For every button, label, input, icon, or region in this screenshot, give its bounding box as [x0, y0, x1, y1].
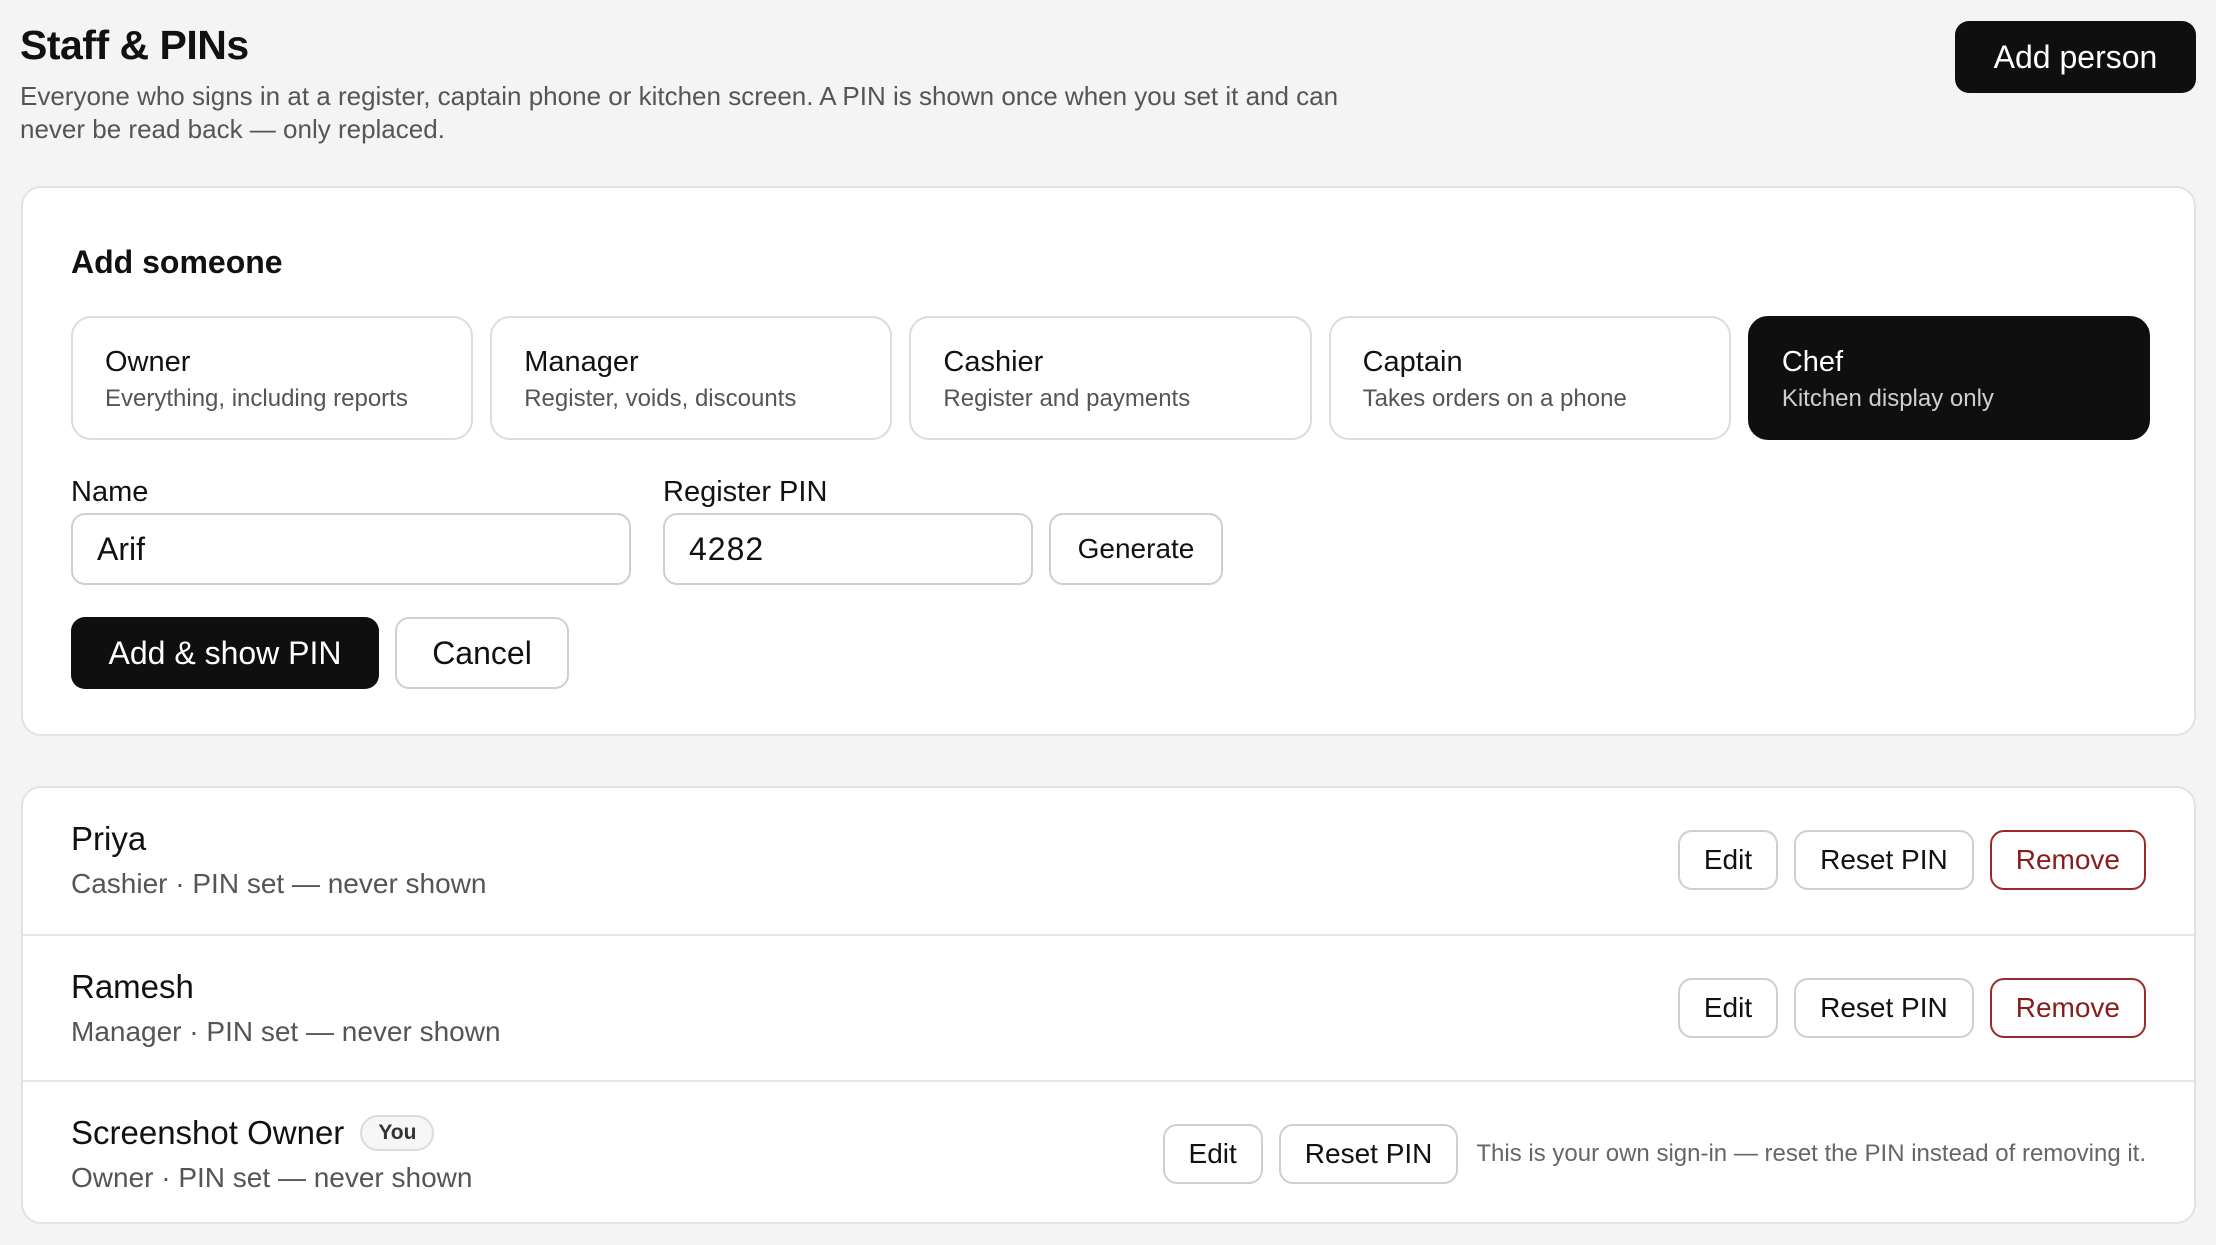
add-and-show-pin-button[interactable]: Add & show PIN	[71, 617, 379, 689]
add-someone-title: Add someone	[71, 244, 283, 280]
reset-pin-button[interactable]: Reset PIN	[1278, 1124, 1459, 1184]
role-option-chef[interactable]: Chef Kitchen display only	[1747, 316, 2151, 440]
add-someone-card: Add someone Owner Everything, including …	[21, 186, 2196, 736]
edit-button[interactable]: Edit	[1677, 978, 1779, 1038]
role-description: Kitchen display only	[1781, 385, 1994, 412]
role-name: Manager	[524, 346, 639, 378]
add-person-button[interactable]: Add person	[1955, 21, 2196, 93]
edit-button[interactable]: Edit	[1677, 830, 1779, 890]
row-actions: Edit Reset PIN Remove	[1677, 978, 2146, 1038]
staff-meta: Manager · PIN set — never shown	[71, 1016, 501, 1047]
role-name: Chef	[1781, 346, 1844, 378]
edit-button[interactable]: Edit	[1162, 1124, 1263, 1184]
role-picker: Owner Everything, including reports Mana…	[71, 316, 2151, 440]
register-pin-label: Register PIN	[663, 476, 828, 508]
page-title: Staff & PINs	[20, 22, 249, 68]
name-input[interactable]	[71, 513, 631, 585]
staff-name: Screenshot Owner You	[71, 1114, 435, 1152]
cancel-button[interactable]: Cancel	[395, 617, 569, 689]
reset-pin-button[interactable]: Reset PIN	[1794, 978, 1974, 1038]
staff-list: Priya Cashier · PIN set — never shown Ed…	[21, 786, 2196, 1224]
own-signin-note: This is your own sign-in — reset the PIN…	[1476, 1140, 2146, 1167]
remove-button[interactable]: Remove	[1989, 830, 2146, 890]
staff-pins-page: Staff & PINs Everyone who signs in at a …	[0, 0, 2216, 1245]
row-actions: Edit Reset PIN Remove	[1677, 830, 2146, 890]
role-description: Everything, including reports	[105, 385, 408, 412]
you-badge: You	[360, 1115, 435, 1151]
staff-meta: Cashier · PIN set — never shown	[71, 868, 487, 899]
staff-name: Priya	[71, 820, 146, 858]
role-option-captain[interactable]: Captain Takes orders on a phone	[1328, 316, 1731, 440]
page-subtitle: Everyone who signs in at a register, cap…	[20, 81, 1339, 144]
staff-name-text: Screenshot Owner	[71, 1114, 345, 1151]
role-description: Takes orders on a phone	[1362, 385, 1627, 412]
role-description: Register and payments	[943, 385, 1191, 412]
remove-button[interactable]: Remove	[1989, 978, 2146, 1038]
role-option-owner[interactable]: Owner Everything, including reports	[71, 316, 474, 440]
role-option-manager[interactable]: Manager Register, voids, discounts	[490, 316, 893, 440]
staff-meta: Owner · PIN set — never shown	[71, 1162, 473, 1193]
role-option-cashier[interactable]: Cashier Register and payments	[909, 316, 1312, 440]
generate-pin-button[interactable]: Generate	[1049, 513, 1223, 585]
role-description: Register, voids, discounts	[524, 385, 797, 412]
staff-name-text: Priya	[71, 820, 147, 857]
staff-row: Screenshot Owner You Owner · PIN set — n…	[23, 1080, 2194, 1222]
staff-row: Ramesh Manager · PIN set — never shown E…	[23, 934, 2194, 1080]
name-label: Name	[71, 476, 149, 508]
row-actions: Edit Reset PIN This is your own sign-in …	[1162, 1124, 2146, 1184]
staff-name-text: Ramesh	[71, 968, 194, 1005]
role-name: Owner	[105, 346, 191, 378]
role-name: Cashier	[943, 346, 1044, 378]
staff-name: Ramesh	[71, 968, 194, 1006]
role-name: Captain	[1362, 346, 1463, 378]
reset-pin-button[interactable]: Reset PIN	[1794, 830, 1974, 890]
register-pin-input[interactable]	[663, 513, 1033, 585]
staff-row: Priya Cashier · PIN set — never shown Ed…	[23, 788, 2194, 934]
